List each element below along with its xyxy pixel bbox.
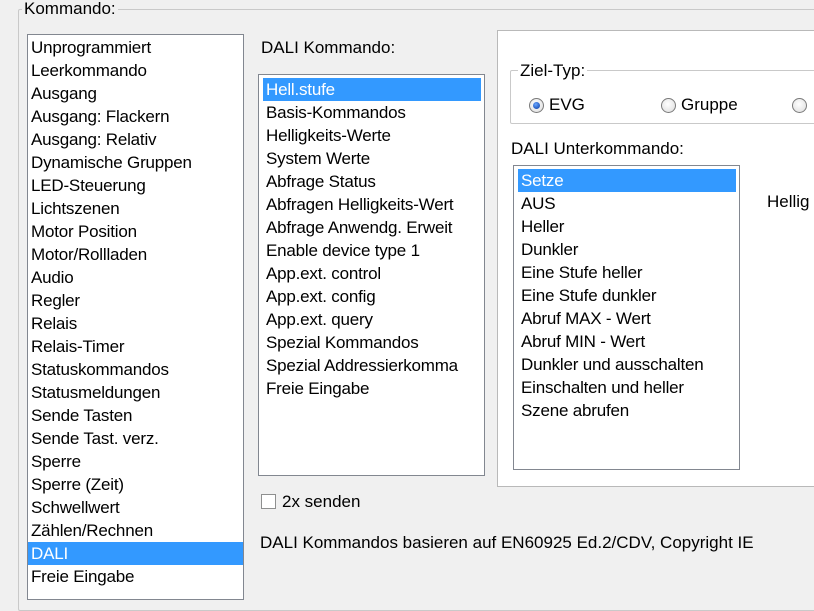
kommando-list-item[interactable]: LED-Steuerung xyxy=(28,174,243,197)
kommando-list-item[interactable]: Ausgang: Relativ xyxy=(28,128,243,151)
unterkommando-list-item[interactable]: Heller xyxy=(518,215,736,238)
dali-kommando-list-item[interactable]: Abfragen Helligkeits-Wert xyxy=(263,193,481,216)
kommando-list-item[interactable]: Statusmeldungen xyxy=(28,381,243,404)
unterkommando-list-item[interactable]: Dunkler xyxy=(518,238,736,261)
kommando-list-item[interactable]: Statuskommandos xyxy=(28,358,243,381)
kommando-list-item[interactable]: Relais-Timer xyxy=(28,335,243,358)
send-twice-label: 2x senden xyxy=(282,492,361,511)
radio-evg[interactable] xyxy=(529,98,544,113)
kommando-list-item[interactable]: Zählen/Rechnen xyxy=(28,519,243,542)
kommando-list-item[interactable]: Leerkommando xyxy=(28,59,243,82)
unterkommando-list-item[interactable]: AUS xyxy=(518,192,736,215)
kommando-legend: Kommando: xyxy=(22,0,118,18)
ziel-typ-legend: Ziel-Typ: xyxy=(518,61,588,80)
kommando-list-item[interactable]: Dynamische Gruppen xyxy=(28,151,243,174)
dali-copyright-text: DALI Kommandos basieren auf EN60925 Ed.2… xyxy=(260,533,754,552)
radio-evg-label: EVG xyxy=(549,95,585,114)
unterkommando-list-item[interactable]: Setze xyxy=(518,169,736,192)
kommando-list-item[interactable]: Freie Eingabe xyxy=(28,565,243,588)
dali-kommando-list-item[interactable]: Helligkeits-Werte xyxy=(263,124,481,147)
kommando-list-item[interactable]: Ausgang xyxy=(28,82,243,105)
dali-kommando-list-item[interactable]: Spezial Kommandos xyxy=(263,331,481,354)
unterkommando-list-item[interactable]: Eine Stufe heller xyxy=(518,261,736,284)
unterkommando-list-item[interactable]: Abruf MAX - Wert xyxy=(518,307,736,330)
unterkommando-list-item[interactable]: Abruf MIN - Wert xyxy=(518,330,736,353)
dali-kommando-list-item[interactable]: Hell.stufe xyxy=(263,78,481,101)
dali-kommando-list-item[interactable]: App.ext. control xyxy=(263,262,481,285)
kommando-list-item[interactable]: Schwellwert xyxy=(28,496,243,519)
kommando-list-item[interactable]: Sperre xyxy=(28,450,243,473)
kommando-list-item[interactable]: Audio xyxy=(28,266,243,289)
kommando-list-item[interactable]: Unprogrammiert xyxy=(28,36,243,59)
unterkommando-list-item[interactable]: Eine Stufe dunkler xyxy=(518,284,736,307)
send-twice-checkbox[interactable] xyxy=(261,494,276,509)
kommando-list-item[interactable]: Ausgang: Flackern xyxy=(28,105,243,128)
dali-kommando-listbox[interactable]: Hell.stufe Basis-Kommandos Helligkeits-Wer… xyxy=(258,74,485,476)
unterkommando-list-item[interactable]: Szene abrufen xyxy=(518,399,736,422)
dali-kommando-list-item[interactable]: Abfrage Status xyxy=(263,170,481,193)
kommando-list-item[interactable]: Motor/Rollladen xyxy=(28,243,243,266)
unterkommando-list-item[interactable]: Einschalten und heller xyxy=(518,376,736,399)
radio-gruppe-label: Gruppe xyxy=(681,95,738,114)
dali-kommando-list-item[interactable]: Enable device type 1 xyxy=(263,239,481,262)
helligkeit-label: Hellig xyxy=(767,192,810,211)
kommando-list-item[interactable]: Sperre (Zeit) xyxy=(28,473,243,496)
dali-kommando-list-item[interactable]: App.ext. config xyxy=(263,285,481,308)
dali-kommando-list-item[interactable]: Freie Eingabe xyxy=(263,377,481,400)
kommando-list-item[interactable]: Sende Tast. verz. xyxy=(28,427,243,450)
dali-kommando-label: DALI Kommando: xyxy=(261,38,396,57)
dali-unterkommando-label: DALI Unterkommando: xyxy=(511,139,684,158)
kommando-list-item[interactable]: Lichtszenen xyxy=(28,197,243,220)
dali-kommando-list-item[interactable]: System Werte xyxy=(263,147,481,170)
dali-kommando-list-item[interactable]: Basis-Kommandos xyxy=(263,101,481,124)
radio-third[interactable] xyxy=(792,98,807,113)
kommando-list-item[interactable]: DALI xyxy=(28,542,243,565)
dali-kommando-list-item[interactable]: Abfrage Anwendg. Erweit xyxy=(263,216,481,239)
radio-gruppe[interactable] xyxy=(661,98,676,113)
dali-kommando-list-item[interactable]: App.ext. query xyxy=(263,308,481,331)
dali-kommando-list-item[interactable]: Spezial Addressierkomma xyxy=(263,354,481,377)
dali-unterkommando-listbox[interactable]: Setze AUS Heller Dunkler Eine Stufe heller Ei… xyxy=(513,165,740,470)
kommando-list-item[interactable]: Motor Position xyxy=(28,220,243,243)
kommando-list-item[interactable]: Relais xyxy=(28,312,243,335)
kommando-list-item[interactable]: Sende Tasten xyxy=(28,404,243,427)
radio-evg-dot xyxy=(533,102,540,109)
kommando-listbox[interactable]: Unprogrammiert Leerkommando Ausgang Ausgang… xyxy=(27,34,244,600)
unterkommando-list-item[interactable]: Dunkler und ausschalten xyxy=(518,353,736,376)
kommando-list-item[interactable]: Regler xyxy=(28,289,243,312)
